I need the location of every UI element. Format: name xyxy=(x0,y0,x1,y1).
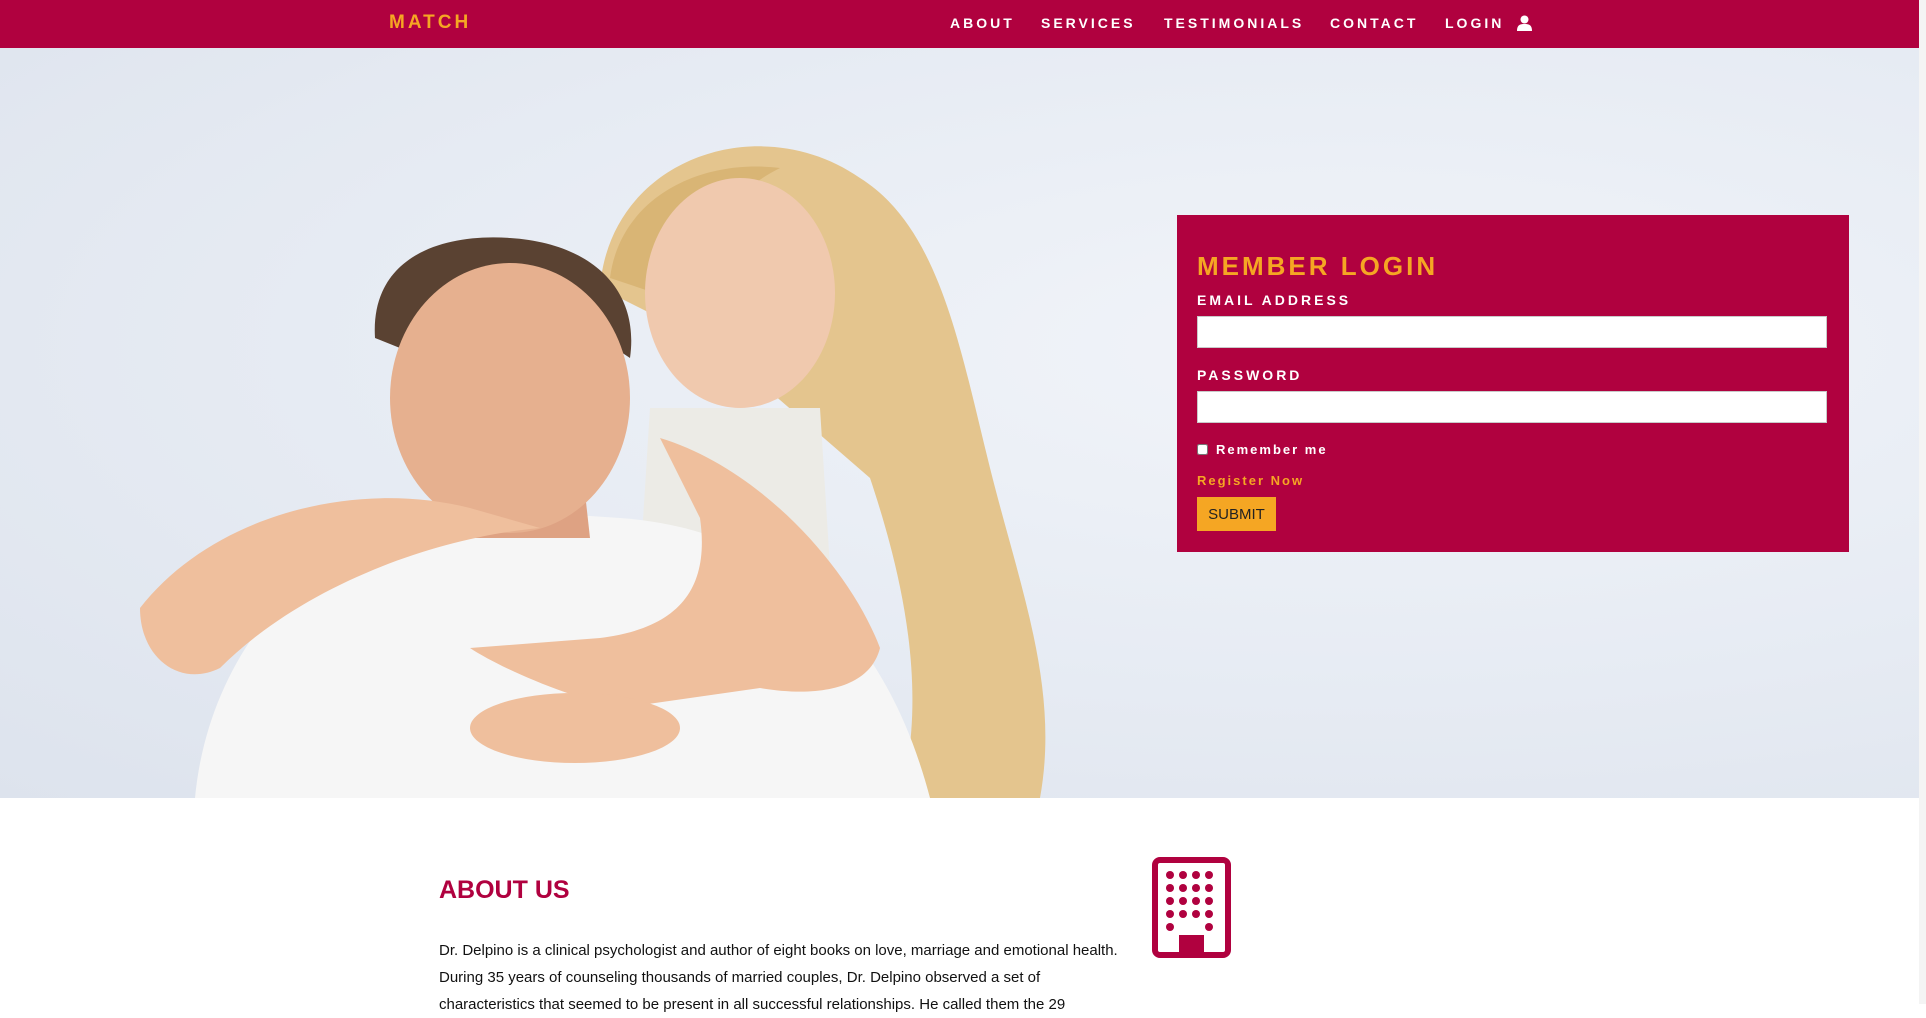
email-label: EMAIL ADDRESS xyxy=(1197,292,1352,308)
remember-me-checkbox[interactable] xyxy=(1197,444,1208,455)
building-icon xyxy=(1152,857,1231,958)
nav-login[interactable]: LOGIN xyxy=(1445,15,1533,31)
nav-links: ABOUT SERVICES TESTIMONIALS CONTACT LOGI… xyxy=(0,0,1919,48)
about-text: Dr. Delpino is a clinical psychologist a… xyxy=(439,942,1118,1013)
nav-about[interactable]: ABOUT xyxy=(950,15,1015,31)
password-label: PASSWORD xyxy=(1197,367,1303,383)
member-login-panel: MEMBER LOGIN EMAIL ADDRESS PASSWORD Reme… xyxy=(1177,215,1849,552)
user-icon xyxy=(1517,15,1533,31)
email-field[interactable] xyxy=(1197,316,1827,348)
nav-testimonials[interactable]: TESTIMONIALS xyxy=(1164,15,1304,31)
nav-contact[interactable]: CONTACT xyxy=(1330,15,1418,31)
about-title: ABOUT US xyxy=(439,876,570,904)
hero-section: MEMBER LOGIN EMAIL ADDRESS PASSWORD Reme… xyxy=(0,48,1919,798)
login-title: MEMBER LOGIN xyxy=(1197,251,1439,281)
password-field[interactable] xyxy=(1197,391,1827,423)
nav-login-label: LOGIN xyxy=(1445,15,1505,31)
submit-button[interactable]: SUBMIT xyxy=(1197,497,1276,531)
top-navbar: MATCH ABOUT SERVICES TESTIMONIALS CONTAC… xyxy=(0,0,1919,48)
remember-me-label[interactable]: Remember me xyxy=(1216,442,1328,457)
register-now-link[interactable]: Register Now xyxy=(1197,473,1304,488)
window-edge xyxy=(1919,0,1926,1004)
nav-services[interactable]: SERVICES xyxy=(1041,15,1136,31)
